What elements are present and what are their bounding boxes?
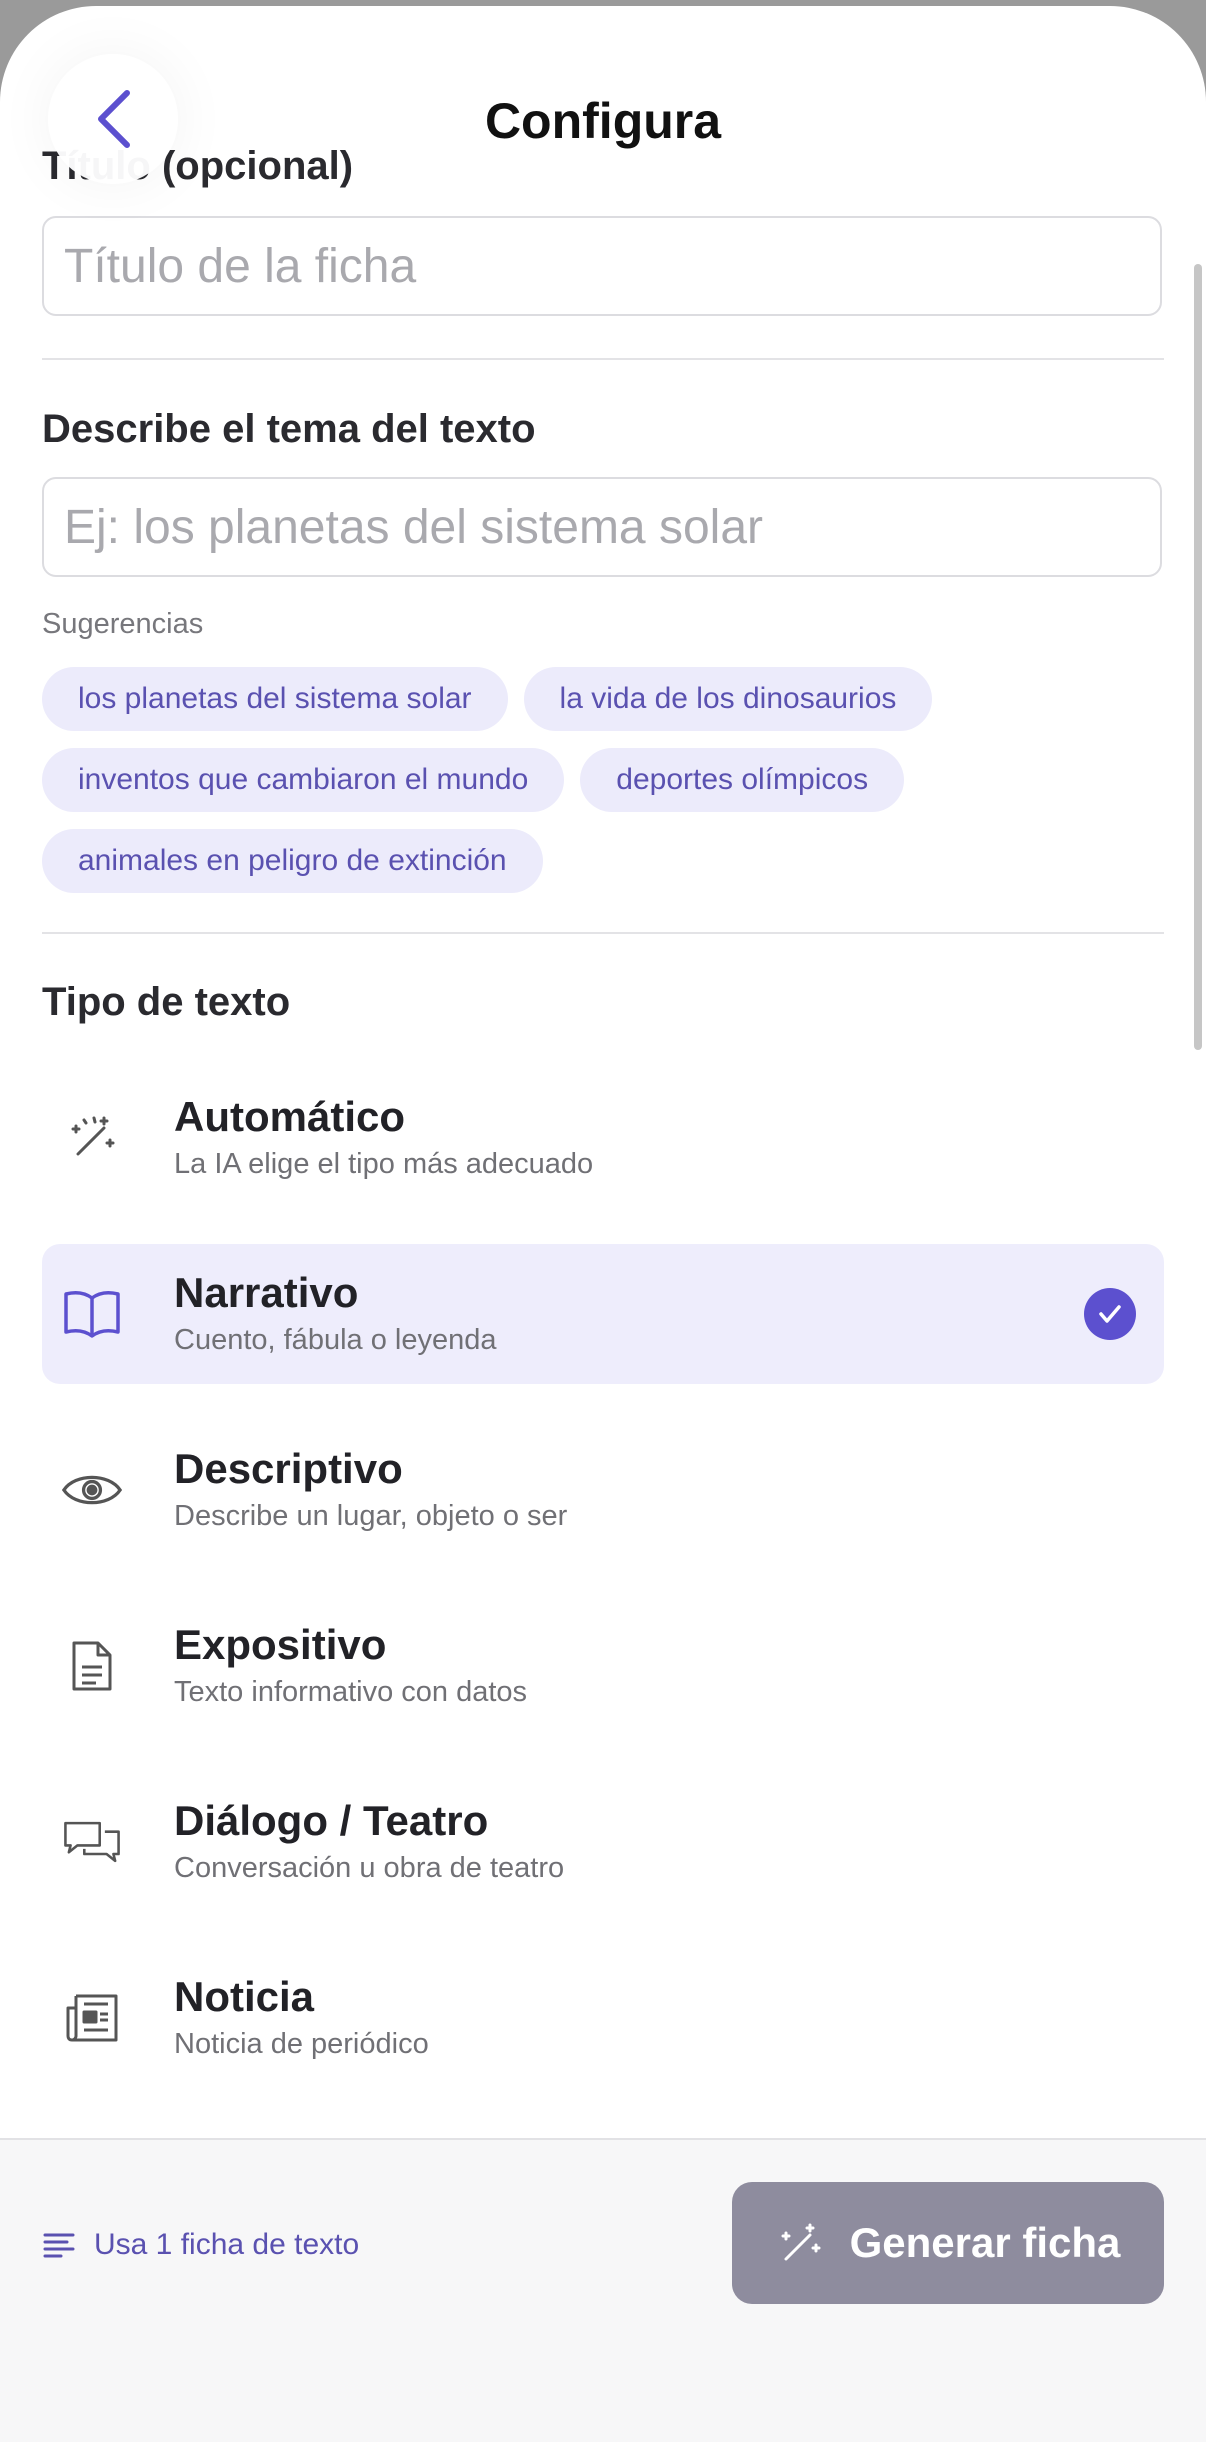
divider <box>42 358 1164 360</box>
selected-check-icon <box>1084 1288 1136 1340</box>
suggestion-chips: los planetas del sistema solar la vida d… <box>42 667 1172 910</box>
chevron-left-icon <box>98 90 130 148</box>
type-option-desc: La IA elige el tipo más adecuado <box>174 1148 594 1180</box>
type-option-expositivo[interactable]: Expositivo Texto informativo con datos <box>42 1596 1164 1736</box>
usage-info: Usa 1 ficha de texto <box>42 2228 359 2262</box>
suggestion-chip[interactable]: animales en peligro de extinción <box>42 829 543 893</box>
type-option-desc: Cuento, fábula o leyenda <box>174 1324 497 1356</box>
suggestion-chip[interactable]: la vida de los dinosaurios <box>523 667 933 731</box>
type-option-name: Diálogo / Teatro <box>174 1797 489 1844</box>
generate-button[interactable]: Generar ficha <box>732 2182 1164 2304</box>
type-option-dialogo[interactable]: Diálogo / Teatro Conversación u obra de … <box>42 1772 1164 1912</box>
modal-sheet: Configura Título (opcional) Describe el … <box>0 6 1206 2442</box>
type-option-name: Noticia <box>174 1973 315 2020</box>
scrollbar[interactable] <box>1194 264 1202 1050</box>
text-type-list: Automático La IA elige el tipo más adecu… <box>42 1068 1164 2124</box>
type-option-desc: Describe un lugar, objeto o ser <box>174 1500 568 1532</box>
document-icon <box>62 1636 122 1696</box>
type-option-desc: Noticia de periódico <box>174 2028 429 2060</box>
suggestion-chip[interactable]: los planetas del sistema solar <box>42 667 508 731</box>
type-option-name: Expositivo <box>174 1621 387 1668</box>
type-option-noticia[interactable]: Noticia Noticia de periódico <box>42 1948 1164 2088</box>
magic-wand-icon <box>781 2223 821 2261</box>
suggestion-chip[interactable]: deportes olímpicos <box>580 748 905 812</box>
type-option-descriptivo[interactable]: Descriptivo Describe un lugar, objeto o … <box>42 1420 1164 1560</box>
magic-wand-icon <box>62 1108 122 1168</box>
type-option-automatico[interactable]: Automático La IA elige el tipo más adecu… <box>42 1068 1164 1208</box>
suggestions-label: Sugerencias <box>42 608 204 640</box>
eye-icon <box>62 1460 122 1520</box>
page-title: Configura <box>484 93 722 149</box>
generate-button-label: Generar ficha <box>849 2219 1121 2266</box>
topic-field-label: Describe el tema del texto <box>42 407 536 451</box>
chat-bubbles-icon <box>62 1812 122 1872</box>
type-option-desc: Conversación u obra de teatro <box>174 1852 565 1884</box>
type-option-desc: Texto informativo con datos <box>174 1676 528 1708</box>
text-type-label: Tipo de texto <box>42 980 291 1024</box>
type-option-name: Automático <box>174 1093 405 1140</box>
newspaper-icon <box>62 1988 122 2048</box>
lines-icon <box>43 2233 75 2258</box>
type-option-name: Descriptivo <box>174 1445 403 1492</box>
title-input[interactable] <box>42 216 1162 316</box>
usage-text: Usa 1 ficha de texto <box>94 2228 360 2261</box>
back-button[interactable] <box>48 54 178 184</box>
type-option-narrativo[interactable]: Narrativo Cuento, fábula o leyenda <box>42 1244 1164 1384</box>
topic-input[interactable] <box>42 477 1162 577</box>
footer-bar: Usa 1 ficha de texto Generar ficha <box>0 2138 1206 2442</box>
type-option-name: Narrativo <box>174 1269 359 1316</box>
suggestion-chip[interactable]: inventos que cambiaron el mundo <box>42 748 565 812</box>
divider <box>42 932 1164 934</box>
book-icon <box>62 1284 122 1344</box>
